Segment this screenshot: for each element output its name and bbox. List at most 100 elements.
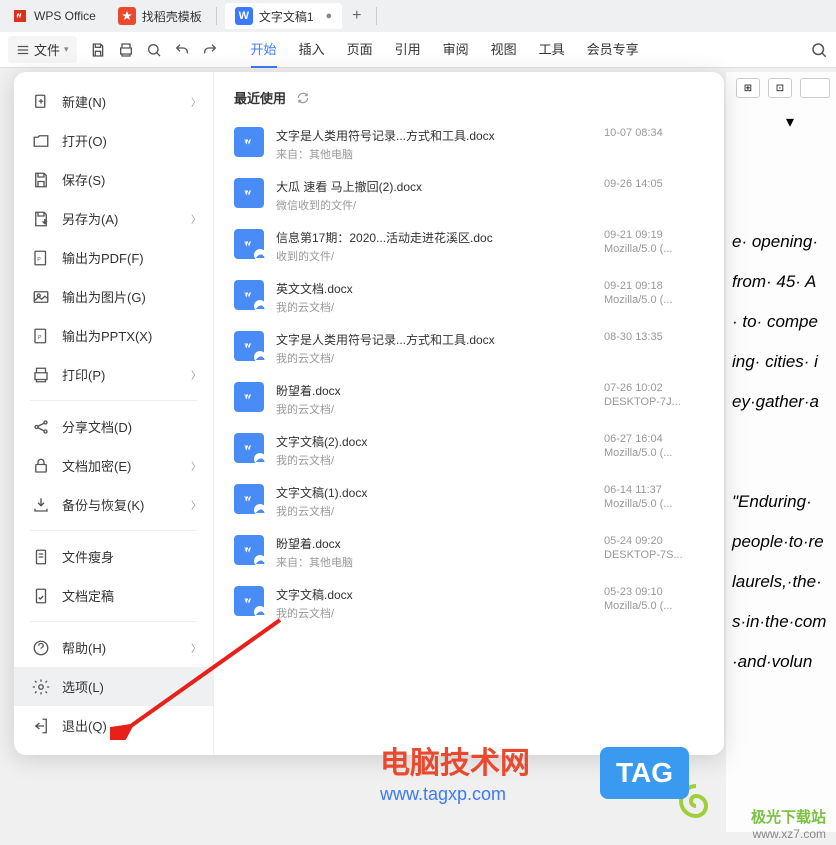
tool-icon[interactable]: ⊡ — [768, 78, 792, 98]
save-icon — [32, 171, 50, 189]
menu-item-label: 输出为PDF(F) — [62, 248, 144, 267]
tool-icon[interactable] — [800, 78, 830, 98]
file-menu-open[interactable]: 打开(O) — [14, 121, 213, 160]
menu-item-label: 备份与恢复(K) — [62, 495, 144, 514]
file-date: 06-14 11:37 — [604, 484, 704, 496]
chevron-right-icon: 〉 — [191, 640, 201, 655]
file-menu-options[interactable]: 选项(L) — [14, 667, 213, 706]
recent-files-panel: 最近使用 文字是人类用符号记录...方式和工具.docx 来自：其他电脑 10-… — [214, 72, 724, 755]
file-menu-image[interactable]: 输出为图片(G) — [14, 277, 213, 316]
save-icon[interactable] — [89, 41, 107, 59]
backup-icon — [32, 496, 50, 514]
svg-text:P: P — [37, 257, 41, 263]
file-menu-new[interactable]: 新建(N)〉 — [14, 82, 213, 121]
recent-file-item[interactable]: 文字是人类用符号记录...方式和工具.docx 我的云文档/ 08-30 13:… — [234, 323, 704, 374]
file-info: 盼望着.docx 来自：其他电脑 — [276, 535, 592, 570]
file-date: 07-26 10:02 — [604, 382, 704, 394]
file-menu-share[interactable]: 分享文档(D) — [14, 407, 213, 446]
file-source: 微信收到的文件/ — [276, 197, 592, 213]
file-info: 盼望着.docx 我的云文档/ — [276, 382, 592, 417]
menu-item-label: 文档加密(E) — [62, 456, 131, 475]
menu-item-label: 打印(P) — [62, 365, 105, 384]
file-client: Mozilla/5.0 (... — [604, 447, 704, 459]
file-menu-help[interactable]: 帮助(H)〉 — [14, 628, 213, 667]
file-info: 大瓜 速看 马上撤回(2).docx 微信收到的文件/ — [276, 178, 592, 213]
tab-templates[interactable]: 找稻壳模板 — [108, 3, 212, 29]
tab-reference[interactable]: 引用 — [395, 31, 421, 68]
tab-label: 找稻壳模板 — [142, 8, 202, 25]
file-label: 文件 — [34, 40, 60, 59]
chevron-down-icon: ▾ — [64, 44, 69, 55]
file-info: 英文文档.docx 我的云文档/ — [276, 280, 592, 315]
file-name: 文字文稿(2).docx — [276, 433, 592, 450]
menu-item-label: 输出为PPTX(X) — [62, 326, 152, 345]
file-menu-print[interactable]: 打印(P)〉 — [14, 355, 213, 394]
tab-tools[interactable]: 工具 — [539, 31, 565, 68]
menu-item-label: 分享文档(D) — [62, 417, 132, 436]
recent-file-item[interactable]: 盼望着.docx 来自：其他电脑 05-24 09:20 DESKTOP-7S.… — [234, 527, 704, 578]
recent-file-item[interactable]: 盼望着.docx 我的云文档/ 07-26 10:02 DESKTOP-7J..… — [234, 374, 704, 425]
print-icon[interactable] — [117, 41, 135, 59]
menu-item-label: 输出为图片(G) — [62, 287, 146, 306]
file-menu-pdf[interactable]: P 输出为PDF(F) — [14, 238, 213, 277]
chevron-right-icon: 〉 — [191, 458, 201, 473]
tab-page[interactable]: 页面 — [347, 31, 373, 68]
tab-review[interactable]: 审阅 — [443, 31, 469, 68]
new-tab-button[interactable]: + — [342, 7, 371, 25]
docx-icon — [234, 382, 264, 412]
file-client: DESKTOP-7J... — [604, 396, 704, 408]
file-date: 05-23 09:10 — [604, 586, 704, 598]
image-icon — [32, 288, 50, 306]
tab-start[interactable]: 开始 — [251, 31, 277, 68]
file-date: 10-07 08:34 — [604, 127, 704, 139]
file-meta: 09-26 14:05 — [604, 178, 704, 190]
recent-file-item[interactable]: 文字文稿(2).docx 我的云文档/ 06-27 16:04 Mozilla/… — [234, 425, 704, 476]
file-source: 我的云文档/ — [276, 605, 592, 621]
file-menu-finalize[interactable]: 文档定稿 — [14, 576, 213, 615]
divider — [216, 7, 217, 25]
file-menu-slim[interactable]: 文件瘦身 — [14, 537, 213, 576]
tool-icon[interactable]: ⊞ — [736, 78, 760, 98]
tool-icon[interactable]: ▾ — [786, 112, 794, 132]
chevron-right-icon: 〉 — [191, 94, 201, 109]
template-icon — [118, 7, 136, 25]
recent-file-item[interactable]: 信息第17期：2020...活动走进花溪区.doc 收到的文件/ 09-21 0… — [234, 221, 704, 272]
docx-icon — [234, 586, 264, 616]
recent-file-item[interactable]: 大瓜 速看 马上撤回(2).docx 微信收到的文件/ 09-26 14:05 — [234, 170, 704, 221]
tab-view[interactable]: 视图 — [491, 31, 517, 68]
chevron-right-icon: 〉 — [191, 497, 201, 512]
options-icon — [32, 678, 50, 696]
file-menu-encrypt[interactable]: 文档加密(E) 〉 — [14, 446, 213, 485]
refresh-icon[interactable] — [296, 91, 310, 105]
encrypt-icon — [32, 457, 50, 475]
exit-icon — [32, 717, 50, 735]
recent-file-item[interactable]: 英文文档.docx 我的云文档/ 09-21 09:18 Mozilla/5.0… — [234, 272, 704, 323]
file-menu-exit[interactable]: 退出(Q) — [14, 706, 213, 745]
menu-item-label: 选项(L) — [62, 677, 104, 696]
file-source: 来自：其他电脑 — [276, 146, 592, 162]
tab-insert[interactable]: 插入 — [299, 31, 325, 68]
tab-member[interactable]: 会员专享 — [587, 31, 639, 68]
redo-icon[interactable] — [201, 41, 219, 59]
recent-header: 最近使用 — [234, 88, 704, 107]
file-client: Mozilla/5.0 (... — [604, 243, 704, 255]
file-menu-saveas[interactable]: 另存为(A)〉 — [14, 199, 213, 238]
file-source: 我的云文档/ — [276, 452, 592, 468]
modified-dot: ● — [326, 10, 333, 22]
search-icon[interactable] — [810, 41, 828, 59]
docx-icon — [234, 535, 264, 565]
file-menu-button[interactable]: 文件 ▾ — [8, 36, 77, 63]
recent-file-item[interactable]: 文字文稿(1).docx 我的云文档/ 06-14 11:37 Mozilla/… — [234, 476, 704, 527]
file-menu-pptx[interactable]: P 输出为PPTX(X) — [14, 316, 213, 355]
file-menu-backup[interactable]: 备份与恢复(K) 〉 — [14, 485, 213, 524]
undo-icon[interactable] — [173, 41, 191, 59]
file-menu-save[interactable]: 保存(S) — [14, 160, 213, 199]
preview-icon[interactable] — [145, 41, 163, 59]
file-client: Mozilla/5.0 (... — [604, 600, 704, 612]
recent-file-item[interactable]: 文字文稿.docx 我的云文档/ 05-23 09:10 Mozilla/5.0… — [234, 578, 704, 629]
menu-bar: 文件 ▾ 开始 插入 页面 引用 审阅 视图 工具 会员专享 — [0, 32, 836, 68]
recent-file-item[interactable]: 文字是人类用符号记录...方式和工具.docx 来自：其他电脑 10-07 08… — [234, 119, 704, 170]
tab-document-active[interactable]: W 文字文稿1 ● — [225, 3, 342, 29]
svg-text:P: P — [38, 335, 42, 341]
file-meta: 07-26 10:02 DESKTOP-7J... — [604, 382, 704, 408]
